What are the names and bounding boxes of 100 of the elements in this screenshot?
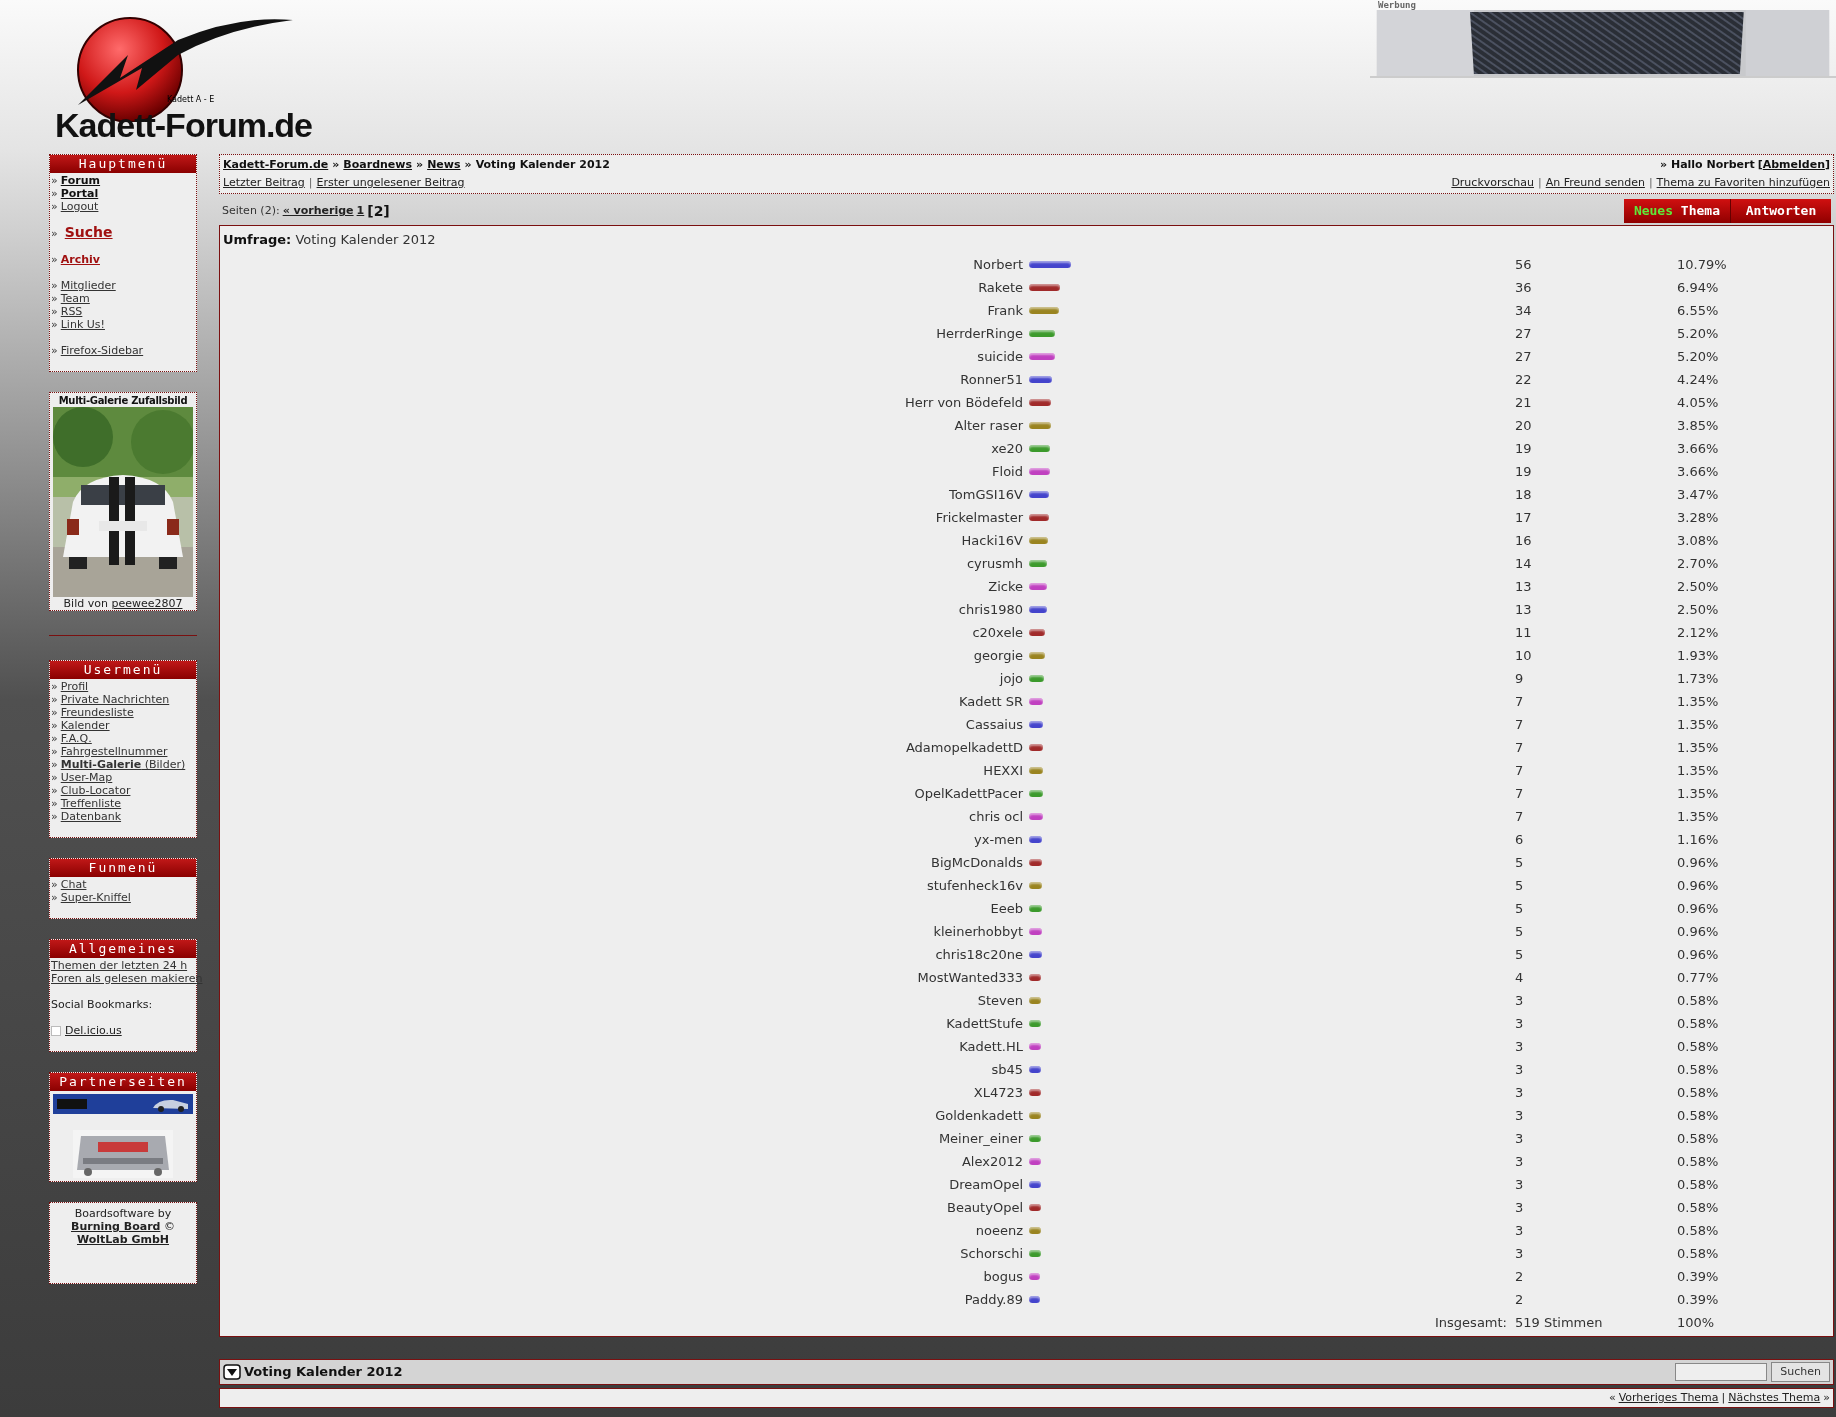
vote-percent: 2.50% — [1677, 578, 1720, 596]
thread-link[interactable]: Druckvorschau — [1451, 174, 1534, 192]
menu-link[interactable]: F.A.Q. — [60, 732, 92, 745]
software-link[interactable]: Burning Board — [71, 1220, 161, 1233]
option-name: sb45 — [990, 1061, 1024, 1079]
separator: | — [1721, 1389, 1726, 1406]
previous-topic-link[interactable]: Vorheriges Thema — [1618, 1389, 1719, 1407]
menu-link[interactable]: Archiv — [60, 253, 100, 266]
vote-count: 36 — [1515, 279, 1533, 297]
menu-link[interactable]: Datenbank — [60, 810, 122, 823]
vote-percent: 0.58% — [1677, 1061, 1720, 1079]
bookmark-link[interactable]: Del.icio.us — [65, 1024, 122, 1037]
breadcrumb-link[interactable]: News — [427, 156, 461, 174]
menu-link[interactable]: Team — [60, 292, 90, 305]
vote-percent: 3.85% — [1677, 417, 1720, 435]
reply-button[interactable]: Antworten — [1731, 199, 1831, 223]
bullet: » — [51, 253, 58, 266]
thread-link[interactable]: Erster ungelesener Beitrag — [316, 174, 465, 192]
breadcrumb-link[interactable]: Boardnews — [343, 156, 412, 174]
menu-link[interactable]: Multi-Galerie (Bilder) — [60, 758, 186, 771]
vote-percent: 0.96% — [1677, 854, 1720, 872]
menu-link[interactable]: User-Map — [60, 771, 113, 784]
menu-link[interactable]: RSS — [60, 305, 83, 318]
vote-percent: 0.58% — [1677, 1084, 1720, 1102]
menu-link[interactable]: Profil — [60, 680, 89, 693]
option-name: XL4723 — [972, 1084, 1024, 1102]
menu-link[interactable]: Link Us! — [60, 318, 105, 331]
thread-link[interactable]: Thema zu Favoriten hinzufügen — [1656, 174, 1830, 192]
page-link[interactable]: 1 — [356, 203, 365, 220]
menu-link[interactable]: Logout — [60, 200, 99, 213]
next-topic-link[interactable]: Nächstes Thema — [1728, 1389, 1821, 1407]
vote-percent: 0.77% — [1677, 969, 1720, 987]
separator: » — [416, 157, 424, 173]
box-title: Allgemeines — [50, 940, 196, 958]
box-title: Hauptmenü — [50, 155, 196, 173]
nav-mark: « — [1608, 1389, 1616, 1406]
vote-percent: 0.58% — [1677, 1130, 1720, 1148]
vote-count: 16 — [1515, 532, 1533, 550]
vote-count: 3 — [1515, 1015, 1525, 1033]
vote-count: 7 — [1515, 739, 1525, 757]
vote-percent: 0.96% — [1677, 923, 1720, 941]
option-name: Frickelmaster — [934, 509, 1024, 527]
menu-link[interactable]: Mitglieder — [60, 279, 116, 292]
menu-link[interactable]: Super-Kniffel — [60, 891, 131, 904]
vote-count: 4 — [1515, 969, 1525, 987]
vote-count: 13 — [1515, 601, 1533, 619]
vote-percent: 0.58% — [1677, 1015, 1720, 1033]
vote-count: 3 — [1515, 1199, 1525, 1217]
vote-percent: 3.08% — [1677, 532, 1720, 550]
nav-mark: » — [1823, 1389, 1830, 1406]
vote-percent: 3.66% — [1677, 463, 1720, 481]
company-link[interactable]: WoltLab GmbH — [76, 1233, 169, 1246]
bullet: » — [51, 797, 58, 810]
option-name: Frank — [986, 302, 1024, 320]
menu-link[interactable]: Chat — [60, 878, 87, 891]
thread-link[interactable]: An Freund senden — [1545, 174, 1645, 192]
search-field[interactable] — [1675, 1363, 1768, 1381]
total-percent: 100% — [1677, 1314, 1716, 1332]
menu-link[interactable]: Forum — [60, 174, 101, 187]
pages-label: Seiten (2): — [222, 203, 280, 220]
vote-count: 21 — [1515, 394, 1533, 412]
option-name: BeautyOpel — [946, 1199, 1024, 1217]
separator: | — [308, 175, 313, 191]
menu-link[interactable]: Suche — [64, 226, 113, 239]
option-name: kleinerhobbyt — [932, 923, 1024, 941]
vote-count: 19 — [1515, 463, 1533, 481]
option-name: cyrusmh — [965, 555, 1024, 573]
thread-link[interactable]: Letzter Beitrag — [223, 174, 305, 192]
option-name: Eeeb — [989, 900, 1024, 918]
menu-link[interactable]: Portal — [60, 187, 99, 200]
menu-link[interactable]: Firefox-Sidebar — [60, 344, 144, 357]
user-link[interactable]: peewee2807 — [111, 597, 183, 610]
option-name: Goldenkadett — [934, 1107, 1024, 1125]
greeting-link[interactable]: Abmelden — [1762, 156, 1825, 174]
menu-link[interactable]: Club-Locator — [60, 784, 131, 797]
menu-link[interactable]: Private Nachrichten — [60, 693, 170, 706]
search-button[interactable]: Suchen — [1771, 1362, 1830, 1382]
menu-link[interactable]: Treffenliste — [60, 797, 122, 810]
menu-link[interactable]: Fahrgestellnummer — [60, 745, 168, 758]
option-name: georgie — [972, 647, 1024, 665]
vote-percent: 5.20% — [1677, 348, 1720, 366]
option-name: stufenheck16v — [925, 877, 1024, 895]
option-name: chris ocl — [968, 808, 1024, 826]
option-name: Schorschi — [959, 1245, 1024, 1263]
bullet: » — [51, 279, 58, 292]
page-link[interactable]: « vorherige — [282, 203, 354, 220]
logo-text: Kadett-Forum.de — [55, 107, 312, 143]
credits-text: Boardsoftware by Burning Board © WoltLab GmbH — [70, 1207, 176, 1246]
menu-link[interactable]: Kalender — [60, 719, 110, 732]
page-link[interactable]: [2] — [367, 201, 390, 222]
vote-percent: 1.93% — [1677, 647, 1720, 665]
vote-percent: 0.58% — [1677, 1176, 1720, 1194]
bullet: » — [51, 706, 58, 719]
breadcrumb-link[interactable]: Kadett-Forum.de — [223, 156, 329, 174]
menu-link[interactable]: Themen der letzten 24 h — [51, 959, 188, 972]
vote-percent: 0.39% — [1677, 1291, 1720, 1309]
option-name: HEXXI — [982, 762, 1024, 780]
new-topic-button[interactable]: Neues Thema — [1623, 199, 1731, 223]
menu-link[interactable]: Freundesliste — [60, 706, 134, 719]
option-name: Kadett SR — [957, 693, 1024, 711]
